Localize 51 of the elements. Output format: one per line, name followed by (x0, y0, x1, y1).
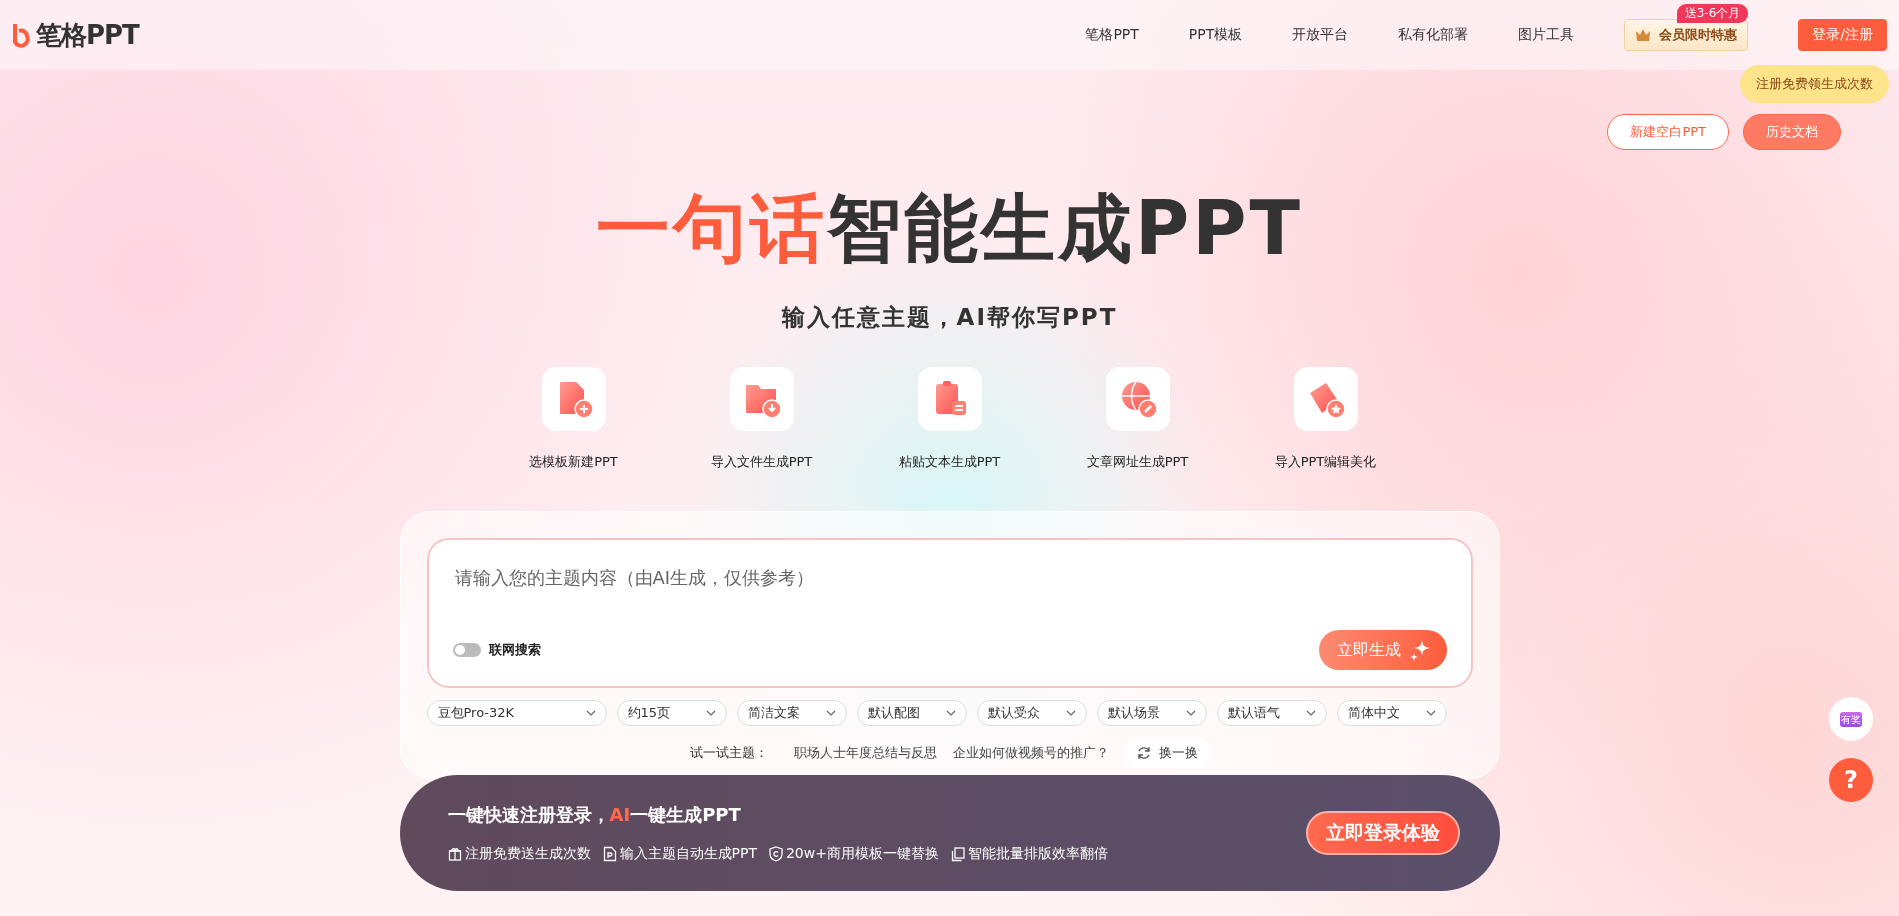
nav-link[interactable]: 图片工具 (1518, 26, 1575, 44)
refresh-icon (1136, 746, 1151, 760)
chevron-down-icon (1065, 710, 1076, 716)
feature-button[interactable]: 导入PPT编辑美化 (1251, 367, 1400, 471)
perk-text: 20w+商用模板一键替换 (785, 845, 939, 863)
perk-text: 注册免费送生成次数 (464, 845, 591, 863)
option-dropdown[interactable]: 豆包Pro-32K (426, 700, 607, 726)
prize-button[interactable]: 有奖 (1829, 697, 1873, 741)
web-search-toggle[interactable]: 联网搜索 (452, 641, 541, 659)
topic-link[interactable]: 企业如何做视频号的推广？ (952, 744, 1109, 762)
nav-link[interactable]: 开放平台 (1292, 26, 1349, 44)
topic-link[interactable]: 职场人士年度总结与反思 (793, 744, 937, 762)
perk-text: 智能批量排版效率翻倍 (967, 845, 1108, 863)
hero-subtitle: 输入任意主题，AI帮你写PPT (781, 303, 1118, 332)
vip-offer-button[interactable]: 会员限时特惠 (1624, 19, 1749, 51)
option-dropdown[interactable]: 默认配图 (856, 700, 967, 726)
hero-title: 一句话智能生成PPT (596, 184, 1303, 273)
nav-link[interactable]: PPT模板 (1188, 26, 1243, 44)
feature-button[interactable]: 选模板新建PPT (499, 367, 648, 471)
logo-icon (12, 22, 32, 48)
logo-text: 笔格PPT (36, 18, 139, 52)
feature-button[interactable]: 导入文件生成PPT (687, 367, 836, 471)
feature-button[interactable]: 粘贴文本生成PPT (875, 367, 1024, 471)
shield-icon (768, 846, 783, 862)
chevron-down-icon (1185, 710, 1196, 716)
crown-icon (1635, 28, 1652, 42)
option-dropdown[interactable]: 简洁文案 (736, 700, 847, 726)
banner-title: 一键快速注册登录，AI一键生成PPT (447, 803, 742, 827)
option-dropdown[interactable]: 默认语气 (1216, 700, 1327, 726)
signup-tooltip: 注册免费领生成次数 (1740, 65, 1889, 103)
nav-link[interactable]: 私有化部署 (1398, 26, 1469, 44)
option-dropdown[interactable]: 约15页 (616, 700, 727, 726)
option-dropdown[interactable]: 默认受众 (976, 700, 1087, 726)
topic-input[interactable]: 请输入您的主题内容（由AI生成，仅供参考） 联网搜索 立即生成 (426, 538, 1473, 688)
chevron-down-icon (825, 710, 836, 716)
chevron-down-icon (1305, 710, 1316, 716)
perk-text: 输入主题自动生成PPT (619, 845, 757, 863)
chevron-down-icon (1425, 710, 1436, 716)
chevron-down-icon (705, 710, 716, 716)
copy-icon (950, 846, 965, 862)
document-icon (602, 846, 617, 862)
promo-badge: 送3-6个月 (1676, 4, 1749, 23)
option-dropdown[interactable]: 简体中文 (1336, 700, 1447, 726)
chevron-down-icon (585, 710, 596, 716)
try-label: 试一试主题： (689, 744, 768, 762)
refresh-button[interactable]: 换一换 (1124, 738, 1210, 768)
nav-link[interactable]: 笔格PPT (1085, 26, 1139, 44)
chevron-down-icon (945, 710, 956, 716)
gift-icon (447, 846, 462, 862)
feature-button[interactable]: 文章网址生成PPT (1063, 367, 1212, 471)
option-dropdown[interactable]: 默认场景 (1096, 700, 1207, 726)
